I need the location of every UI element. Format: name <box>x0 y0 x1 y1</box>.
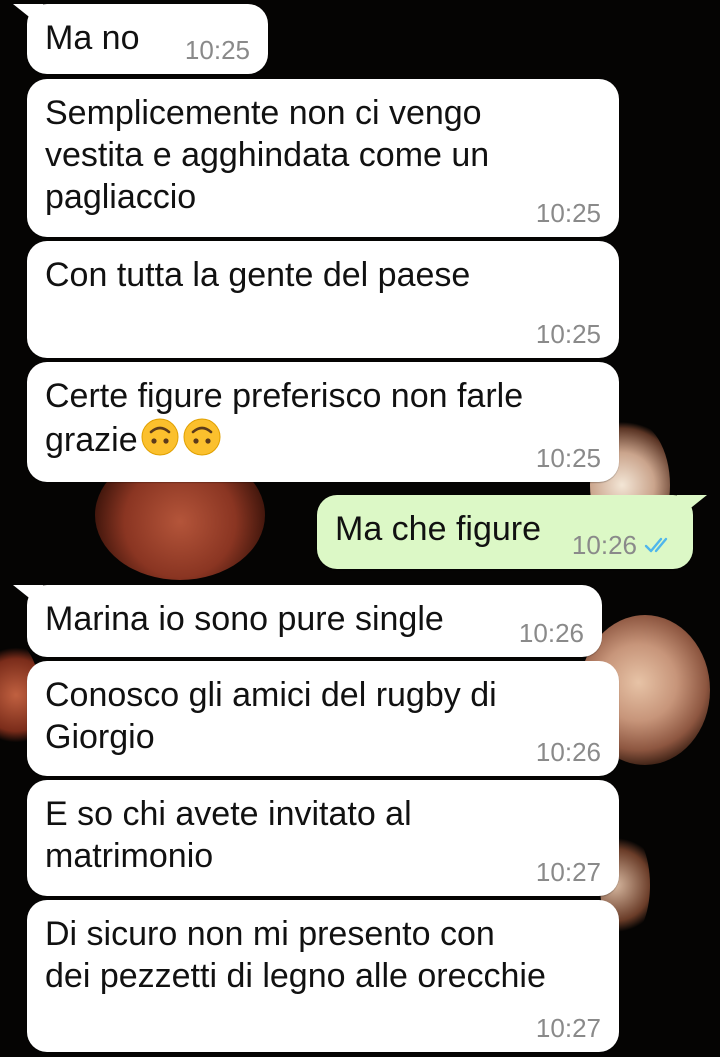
upside-down-face-emoji-icon <box>183 418 221 456</box>
incoming-message[interactable]: Di sicuro non mi presento con dei pezzet… <box>27 900 619 1052</box>
message-text: Conosco gli amici del rugby di Giorgio <box>45 676 497 756</box>
message-list[interactable]: Ma no 10:25 Semplicemente non ci vengo v… <box>0 0 720 1057</box>
bubble-tail <box>13 585 43 609</box>
message-meta: 10:25 <box>185 36 250 64</box>
message-time: 10:25 <box>535 443 601 473</box>
message-text: Semplicemente non ci vengo vestita e agg… <box>45 94 490 216</box>
incoming-message[interactable]: Semplicemente non ci vengo vestita e agg… <box>27 79 619 237</box>
bubble-tail <box>677 495 707 519</box>
incoming-message[interactable]: Ma no 10:25 <box>13 4 268 74</box>
incoming-message[interactable]: Certe figure preferisco non farle grazie… <box>27 362 619 482</box>
incoming-message[interactable]: E so chi avete invitato al matrimonio 10… <box>27 780 619 896</box>
message-text: E so chi avete invitato al matrimonio <box>45 795 412 875</box>
message-time: 10:25 <box>535 198 601 228</box>
bubble-tail <box>13 4 43 28</box>
incoming-message[interactable]: Conosco gli amici del rugby di Giorgio 1… <box>27 661 619 776</box>
incoming-message[interactable]: Con tutta la gente del paese 10:25 <box>27 241 619 358</box>
message-time: 10:26 <box>535 737 601 767</box>
message-text: Con tutta la gente del paese <box>45 256 471 294</box>
message-meta: 10:25 <box>536 320 601 348</box>
message-time: 10:26 <box>571 530 637 560</box>
outgoing-message[interactable]: Ma che figure 10:26 <box>317 495 707 569</box>
message-time: 10:27 <box>535 857 601 887</box>
message-meta: 10:25 <box>536 199 601 227</box>
message-time: 10:27 <box>535 1013 601 1043</box>
message-time: 10:25 <box>535 319 601 349</box>
message-time: 10:25 <box>184 35 250 65</box>
message-text-body: Certe figure preferisco non farle grazie <box>45 377 524 459</box>
message-meta: 10:25 <box>536 444 601 472</box>
message-text: Certe figure preferisco non farle grazie <box>45 375 601 461</box>
incoming-message[interactable]: Marina io sono pure single 10:26 <box>13 585 602 657</box>
message-meta: 10:26 <box>519 619 584 647</box>
message-text: Di sicuro non mi presento con dei pezzet… <box>45 915 546 995</box>
read-double-tick-icon <box>644 537 668 553</box>
message-meta: 10:27 <box>536 1014 601 1042</box>
message-meta: 10:26 <box>536 738 601 766</box>
message-meta: 10:26 <box>572 531 675 559</box>
upside-down-face-emoji-icon <box>141 418 179 456</box>
message-text: Marina io sono pure single <box>45 600 444 638</box>
message-time: 10:26 <box>518 618 584 648</box>
message-meta: 10:27 <box>536 858 601 886</box>
